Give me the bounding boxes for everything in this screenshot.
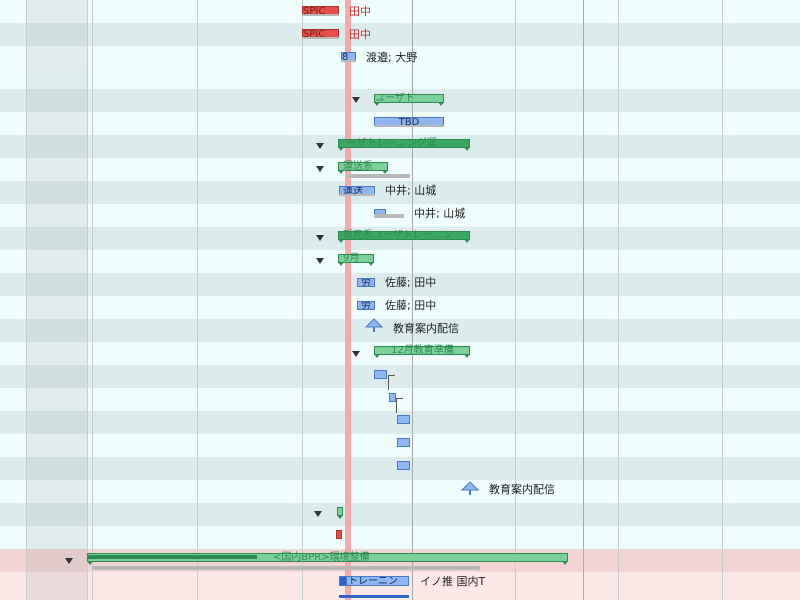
dependency-link [388,375,395,390]
collapse-triangle-icon[interactable] [352,97,360,103]
summary-bar[interactable]: 12月教育準備 [374,346,470,358]
baseline-bar [92,566,480,570]
task-bar[interactable]: 労 [357,301,375,310]
collapse-triangle-icon[interactable] [316,166,324,172]
collapse-triangle-icon[interactable] [352,351,360,357]
task-bar[interactable] [336,530,342,539]
gridline [26,0,27,600]
resource-label: 渡邉; 大野 [366,51,418,64]
milestone-label: 教育案内配信 [393,322,459,335]
gantt-row [0,365,800,388]
milestone-arrow-icon[interactable] [365,318,383,332]
resource-label: 佐藤; 田中 [385,299,437,312]
gridline [583,0,584,600]
baseline-bar [374,125,444,127]
resource-label: イノ推 国内T [420,575,486,588]
collapse-triangle-icon[interactable] [65,558,73,564]
resource-label: 佐藤; 田中 [385,276,437,289]
today-marker-line [345,0,351,600]
resource-label: 中井; 山城 [414,207,466,220]
resource-label: 田中 [349,5,371,18]
dependency-link [396,398,403,413]
milestone-label: 教育案内配信 [489,483,555,496]
nonworking-period [26,0,87,600]
collapse-triangle-icon[interactable] [314,511,322,517]
baseline-bar [374,214,404,218]
baseline-bar [348,174,410,178]
baseline-bar [302,14,339,16]
task-bar[interactable] [389,393,396,402]
summary-bar[interactable]: 運送系 [338,162,388,174]
gantt-row [0,503,800,526]
summary-bar[interactable]: ユーザト [374,94,444,106]
progress-bar [87,555,257,559]
collapse-triangle-icon[interactable] [316,235,324,241]
gridline [515,0,516,600]
gantt-chart: SPIC 田中 SPIC 田中 8 渡邉; 大野 ユーザト TBD ーザトレーニ… [0,0,800,600]
resource-label: 中井; 山城 [385,184,437,197]
summary-bar[interactable]: ーザトレーニング運 [338,139,470,151]
task-bar[interactable] [374,370,387,379]
gantt-row [0,526,800,549]
gantt-row [0,0,800,23]
gridline [92,0,93,600]
task-progress [339,576,347,586]
gantt-row [0,480,800,503]
summary-bar[interactable]: 販売系ユーザトレーニン [338,231,470,243]
gridline [87,0,88,600]
baseline-bar [341,60,356,62]
gridline [197,0,198,600]
task-bar[interactable]: 労 [357,278,375,287]
summary-bar[interactable]: 9月 [338,254,374,266]
task-bar[interactable]: トレーニン [339,576,409,586]
summary-bar[interactable] [337,507,343,519]
baseline-bar [339,194,375,196]
milestone-arrow-icon[interactable] [461,481,479,495]
gantt-row [0,250,800,273]
collapse-triangle-icon[interactable] [316,258,324,264]
collapse-triangle-icon[interactable] [316,143,324,149]
baseline-bar [302,37,339,39]
task-bar[interactable] [397,438,410,447]
gridline [722,0,723,600]
task-bar[interactable] [397,461,410,470]
gridline [618,0,619,600]
gridline [302,0,303,600]
resource-label: 田中 [349,28,371,41]
baseline-bar [339,595,409,598]
task-bar[interactable] [397,415,410,424]
gantt-row [0,23,800,46]
